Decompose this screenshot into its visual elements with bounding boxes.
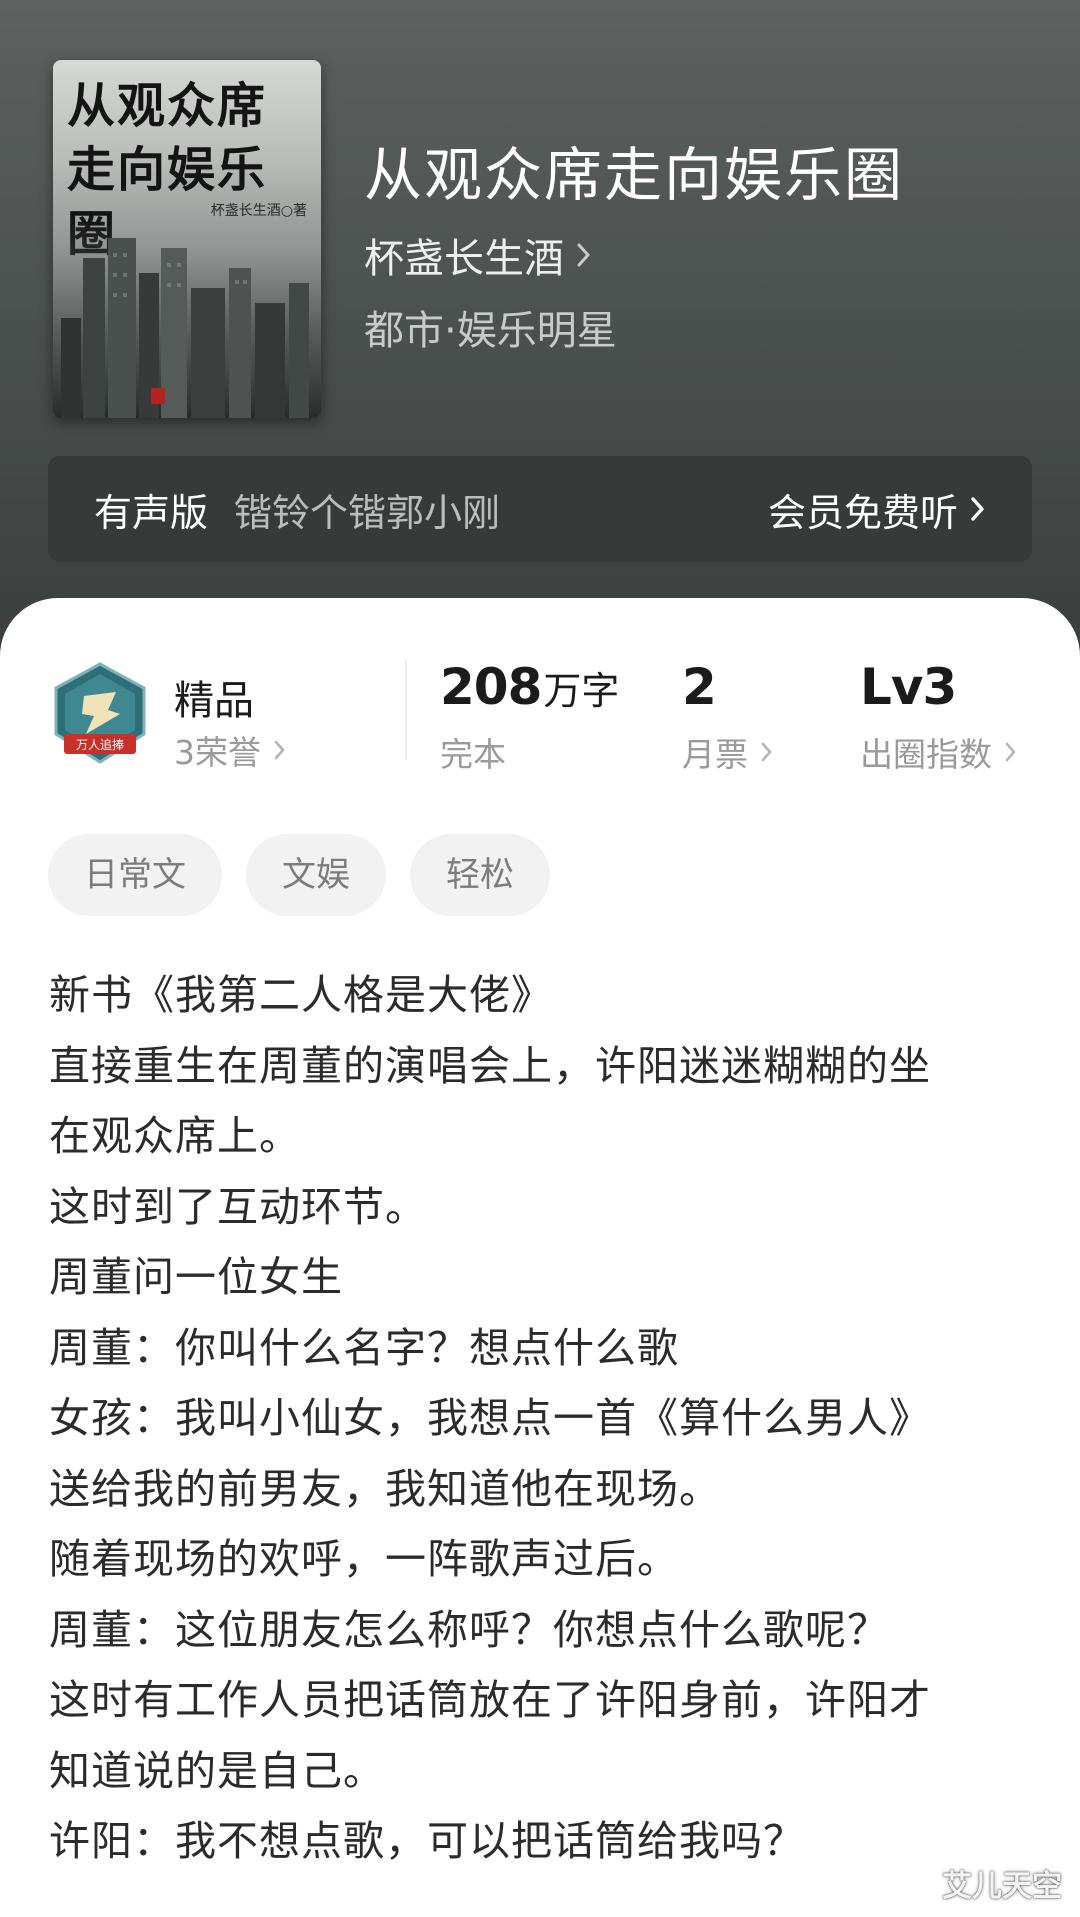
chevron-right-icon	[760, 740, 774, 764]
chevron-right-icon	[1004, 740, 1018, 764]
synopsis-line: 这时有工作人员把话筒放在了许阳身前，许阳才	[49, 1676, 931, 1724]
member-free-listen-button[interactable]: 会员免费听	[768, 482, 986, 537]
audiobook-narrator: 锴铃个锴郭小刚	[234, 490, 501, 535]
honors-link[interactable]: 3荣誉	[174, 726, 287, 774]
synopsis-line: 在观众席上。	[49, 1112, 301, 1160]
synopsis-line: 周董：你叫什么名字？想点什么歌	[49, 1323, 679, 1372]
tag-list: 日常文 文娱 轻松	[48, 834, 574, 916]
quality-label: 精品	[174, 678, 254, 724]
monthly-votes-value: 2	[682, 658, 717, 716]
author-link[interactable]: 杯盏长生酒	[364, 226, 592, 284]
cover-city-illustration	[53, 218, 321, 418]
synopsis-line: 直接重生在周董的演唱会上，许阳迷迷糊糊的坐	[49, 1041, 931, 1090]
badge-text: 万人追捧	[76, 737, 124, 752]
author-name: 杯盏长生酒	[364, 236, 564, 282]
book-title: 从观众席走向娱乐圈	[364, 141, 905, 209]
publisher-seal-icon	[151, 388, 165, 404]
book-info-card: 万人追捧 精品 3荣誉 208万字 完本 2 月票 Lv3 出圈指数 日常文 文…	[0, 598, 1080, 1917]
monthly-votes: 2	[682, 658, 717, 716]
popularity-index-link[interactable]: 出圈指数	[860, 728, 1018, 776]
popularity-index-label: 出圈指数	[860, 735, 992, 774]
audiobook-bar[interactable]: 有声版 锴铃个锴郭小刚 会员免费听	[48, 456, 1032, 562]
popularity-level: Lv3	[860, 658, 957, 716]
book-synopsis[interactable]: 新书《我第二人格是大佬》 直接重生在周董的演唱会上，许阳迷迷糊糊的坐 在观众席上…	[49, 960, 1039, 1877]
tag-chip[interactable]: 文娱	[246, 834, 386, 916]
synopsis-line: 女孩：我叫小仙女，我想点一首《算什么男人》	[49, 1394, 931, 1442]
cover-author: 杯盏长生酒○著	[210, 203, 307, 219]
watermark: 艾儿天空	[942, 1869, 1062, 1904]
popularity-level-value: Lv3	[860, 658, 957, 716]
monthly-votes-link[interactable]: 月票	[682, 728, 774, 776]
word-count-value: 208	[440, 658, 542, 716]
member-free-listen-label: 会员免费听	[767, 490, 958, 535]
synopsis-line: 知道说的是自己。	[49, 1746, 385, 1795]
tag-chip[interactable]: 日常文	[48, 834, 222, 916]
completion-status: 完本	[440, 735, 506, 774]
monthly-votes-label: 月票	[682, 735, 748, 774]
synopsis-line: 新书《我第二人格是大佬》	[49, 971, 553, 1019]
synopsis-line: 随着现场的欢呼，一阵歌声过后。	[49, 1535, 679, 1583]
audiobook-label: 有声版	[94, 490, 209, 535]
synopsis-line: 送给我的前男友，我知道他在现场。	[49, 1464, 721, 1513]
stats-row: 万人追捧 精品 3荣誉 208万字 完本 2 月票 Lv3 出圈指数	[0, 658, 1080, 778]
book-header: 从观众席 走向娱乐圈 杯盏长生酒○著	[0, 0, 1080, 660]
cover-title-line1: 从观众席	[67, 78, 268, 134]
book-genre[interactable]: 都市·娱乐明星	[364, 298, 617, 356]
synopsis-line: 这时到了互动环节。	[49, 1182, 427, 1231]
quality-badge-icon: 万人追捧	[54, 662, 146, 764]
book-detail-page: 从观众席 走向娱乐圈 杯盏长生酒○著	[0, 0, 1080, 1917]
chevron-right-icon	[970, 495, 986, 523]
synopsis-line: 周董问一位女生	[49, 1253, 343, 1301]
stats-divider	[405, 660, 407, 760]
chevron-right-icon	[273, 738, 287, 762]
word-count: 208万字	[440, 658, 619, 716]
chevron-right-icon	[576, 241, 592, 269]
book-cover[interactable]: 从观众席 走向娱乐圈 杯盏长生酒○著	[53, 60, 321, 418]
word-count-unit: 万字	[543, 669, 620, 713]
synopsis-line: 周董：这位朋友怎么称呼？你想点什么歌呢？	[49, 1605, 889, 1654]
tag-chip[interactable]: 轻松	[410, 834, 550, 916]
honors-count: 3荣誉	[174, 733, 261, 772]
synopsis-line: 许阳：我不想点歌，可以把话筒给我吗？	[49, 1817, 805, 1865]
